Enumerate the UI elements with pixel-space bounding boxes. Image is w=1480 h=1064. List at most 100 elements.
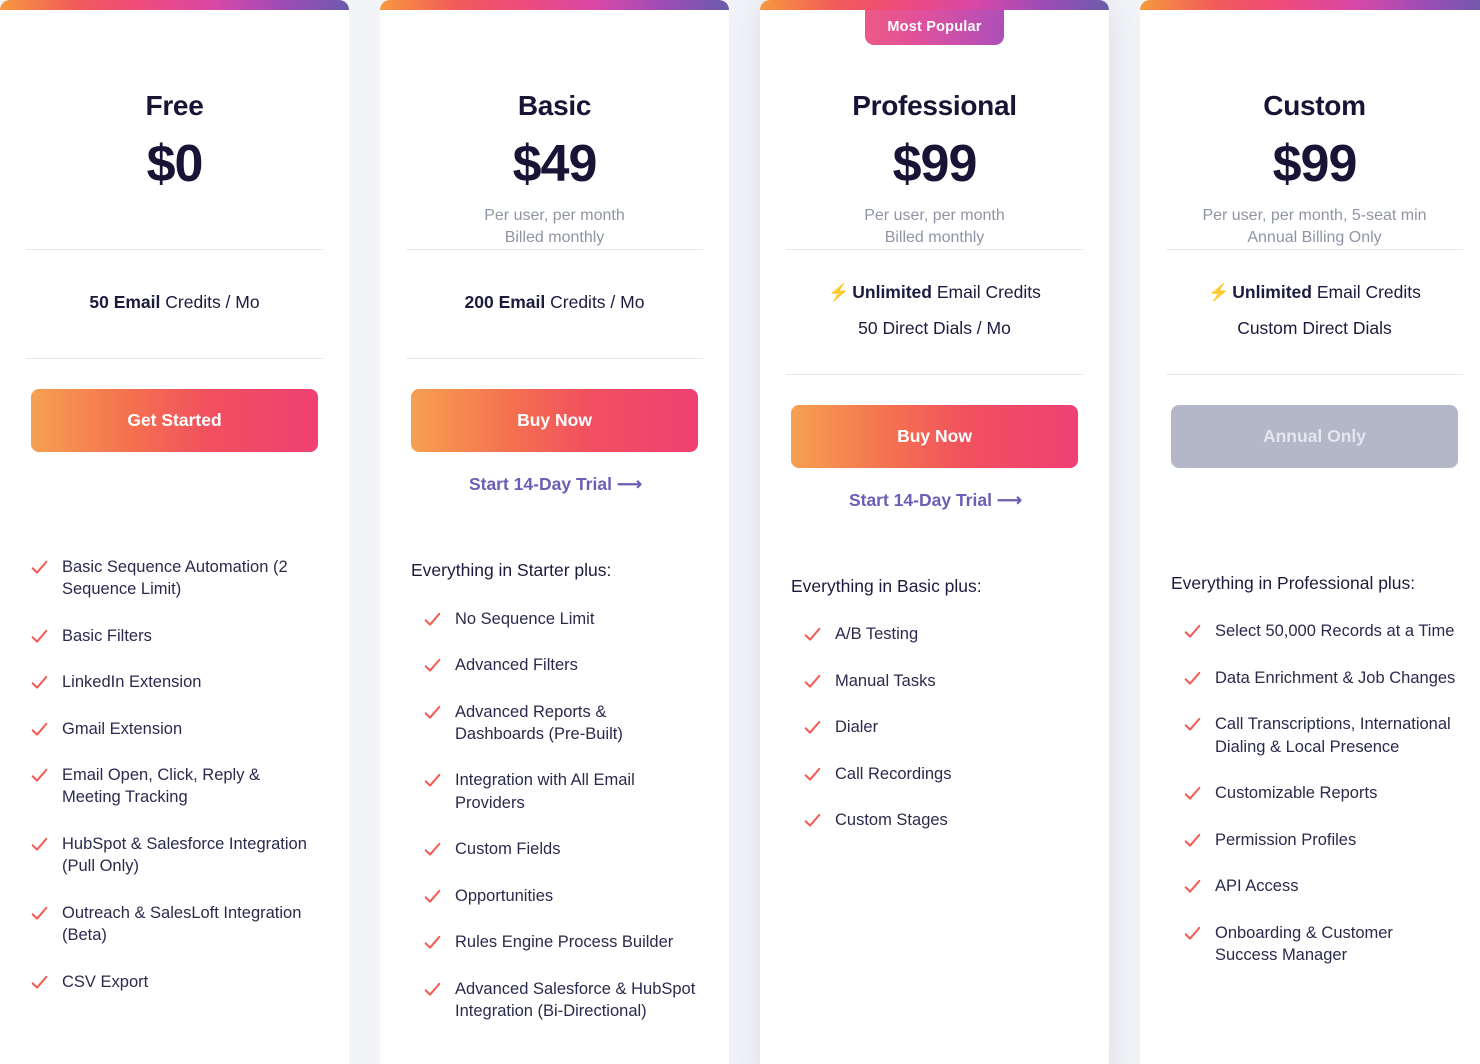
feature-item: Onboarding & Customer Success Manager xyxy=(1184,922,1458,967)
price-note-line: Annual Billing Only xyxy=(1247,228,1382,246)
check-icon xyxy=(31,767,48,784)
credits-line: ⚡ Unlimited Email Credits xyxy=(782,282,1087,304)
feature-label: Call Recordings xyxy=(835,764,952,783)
plan-credits-block: ⚡ Unlimited Email Credits Custom Direct Di… xyxy=(1162,250,1467,374)
check-icon xyxy=(31,674,48,691)
feature-item: Call Recordings xyxy=(804,763,1078,785)
check-icon xyxy=(1184,716,1201,733)
card-top-gradient-bar xyxy=(760,0,1109,10)
feature-label: A/B Testing xyxy=(835,625,919,644)
feature-label: Email Open, Click, Reply & Meeting Track… xyxy=(62,765,261,807)
plan-features: Everything in Basic plus: A/B Testing Manu… xyxy=(782,575,1087,832)
credits-amount: 50 Email xyxy=(89,291,161,312)
cta-spacer xyxy=(1171,468,1458,508)
feature-label: No Sequence Limit xyxy=(455,609,595,628)
feature-label: Select 50,000 Records at a Time xyxy=(1215,622,1455,641)
features-list: A/B Testing Manual Tasks Dialer Call Record… xyxy=(791,623,1078,831)
credits-line: 50 Email Credits / Mo xyxy=(22,292,327,314)
check-icon xyxy=(804,626,821,643)
features-list: No Sequence Limit Advanced Filters Advance… xyxy=(411,608,698,1023)
feature-label: Gmail Extension xyxy=(62,719,183,738)
plan-title: Custom xyxy=(1263,90,1366,121)
feature-item: CSV Export xyxy=(31,971,318,993)
feature-item: Custom Stages xyxy=(804,809,1078,831)
plan-card-custom: Custom $99 Per user, per month, 5-seat min… xyxy=(1140,0,1480,1064)
plan-cta-area: Annual Only xyxy=(1162,375,1467,508)
feature-label: LinkedIn Extension xyxy=(62,673,202,692)
credits-unit: 50 Direct Dials / Mo xyxy=(858,317,1011,338)
credits-line: 50 Direct Dials / Mo xyxy=(782,318,1087,340)
feature-label: Rules Engine Process Builder xyxy=(455,933,674,952)
feature-label: Advanced Reports & Dashboards (Pre-Built… xyxy=(455,702,623,744)
plan-card-inner: Most Popular Professional $99 Per user, per… xyxy=(760,0,1109,1064)
lightning-bolt-icon: ⚡ xyxy=(1208,282,1230,302)
credits-line: ⚡ Unlimited Email Credits xyxy=(1162,282,1467,304)
most-popular-badge-wrap: Most Popular xyxy=(760,10,1109,45)
feature-label: Permission Profiles xyxy=(1215,830,1357,849)
check-icon xyxy=(1184,785,1201,802)
price-note-line: Per user, per month xyxy=(864,206,1005,224)
plan-card-basic: Basic $49 Per user, per month Billed monthl… xyxy=(380,0,729,1064)
plan-price-note: Per user, per month Billed monthly xyxy=(402,205,707,249)
feature-label: Dialer xyxy=(835,718,879,737)
plan-price-note: Per user, per month Billed monthly xyxy=(782,205,1087,249)
feature-label: Outreach & SalesLoft Integration (Beta) xyxy=(62,903,302,945)
credits-unit: Custom Direct Dials xyxy=(1237,317,1392,338)
check-icon xyxy=(424,704,441,721)
check-icon xyxy=(804,673,821,690)
feature-label: Customizable Reports xyxy=(1215,784,1378,803)
feature-label: Advanced Filters xyxy=(455,656,578,675)
plan-cta-area: Get Started xyxy=(22,359,327,492)
pricing-plans-grid: Free $0 50 Email Credits / Mo Get Started Ba… xyxy=(0,0,1480,1064)
credits-amount: Unlimited xyxy=(1232,281,1312,302)
check-icon xyxy=(424,657,441,674)
card-top-gradient-bar xyxy=(0,0,349,10)
check-icon xyxy=(424,841,441,858)
plan-cta-area: Buy Now Start 14-Day Trial ⟶ xyxy=(402,359,707,495)
plan-cta-area: Buy Now Start 14-Day Trial ⟶ xyxy=(782,375,1087,511)
plan-cta-button-free[interactable]: Get Started xyxy=(31,388,318,452)
feature-label: CSV Export xyxy=(62,972,149,991)
credits-line: Custom Direct Dials xyxy=(1162,318,1467,340)
features-heading: Everything in Basic plus: xyxy=(791,575,982,596)
feature-label: Custom Stages xyxy=(835,811,948,830)
plan-cta-button-basic[interactable]: Buy Now xyxy=(411,388,698,452)
check-icon xyxy=(31,905,48,922)
start-trial-link[interactable]: Start 14-Day Trial ⟶ xyxy=(791,490,1078,511)
plan-features: Basic Sequence Automation (2 Sequence Li… xyxy=(22,556,327,993)
feature-item: Permission Profiles xyxy=(1184,829,1458,851)
feature-label: Onboarding & Customer Success Manager xyxy=(1215,923,1393,964)
check-icon xyxy=(31,836,48,853)
check-icon xyxy=(804,766,821,783)
feature-label: Advanced Salesforce & HubSpot Integratio… xyxy=(455,979,696,1021)
plan-title: Basic xyxy=(517,90,592,121)
card-top-gradient-bar xyxy=(380,0,729,10)
plan-features: Everything in Professional plus: Select 5… xyxy=(1162,572,1467,967)
feature-item: Select 50,000 Records at a Time xyxy=(1184,620,1458,642)
feature-item: Outreach & SalesLoft Integration (Beta) xyxy=(31,902,318,947)
check-icon xyxy=(31,721,48,738)
check-icon xyxy=(31,628,48,645)
start-trial-link[interactable]: Start 14-Day Trial ⟶ xyxy=(411,474,698,495)
feature-item: Rules Engine Process Builder xyxy=(424,931,698,953)
plan-card-professional: Most Popular Professional $99 Per user, per… xyxy=(760,0,1109,1064)
plan-title: Free xyxy=(145,90,204,121)
feature-label: Basic Sequence Automation (2 Sequence Li… xyxy=(62,557,288,599)
feature-item: Advanced Reports & Dashboards (Pre-Built… xyxy=(424,701,698,746)
plan-features: Everything in Starter plus: No Sequence L… xyxy=(402,559,707,1023)
feature-item: Advanced Salesforce & HubSpot Integratio… xyxy=(424,978,698,1023)
feature-item: Basic Filters xyxy=(31,625,318,647)
plan-credits-block: 200 Email Credits / Mo xyxy=(402,250,707,358)
feature-label: Basic Filters xyxy=(62,626,152,645)
price-note-line: Per user, per month, 5-seat min xyxy=(1202,206,1427,224)
plan-card-free: Free $0 50 Email Credits / Mo Get Started Ba… xyxy=(0,0,349,1064)
check-icon xyxy=(1184,623,1201,640)
check-icon xyxy=(424,888,441,905)
feature-label: HubSpot & Salesforce Integration (Pull O… xyxy=(62,834,307,876)
feature-item: Integration with All Email Providers xyxy=(424,769,698,814)
plan-cta-button-custom: Annual Only xyxy=(1171,404,1458,468)
plan-price-note: Per user, per month, 5-seat min Annual Bi… xyxy=(1162,205,1467,249)
check-icon xyxy=(1184,878,1201,895)
plan-cta-button-professional[interactable]: Buy Now xyxy=(791,404,1078,468)
check-icon xyxy=(1184,832,1201,849)
